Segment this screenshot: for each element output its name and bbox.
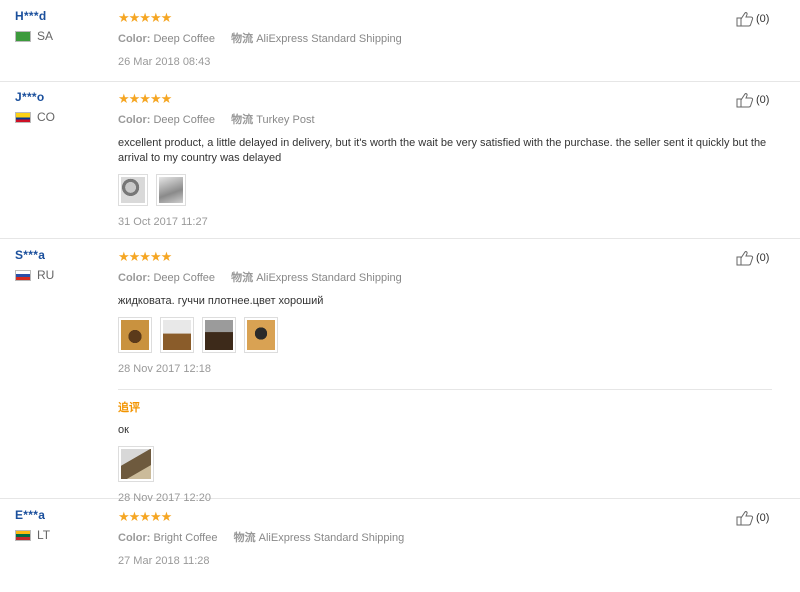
thumbs-up-icon	[736, 251, 754, 266]
thumbs-up-icon	[736, 93, 754, 108]
review-meta: Color: Deep Coffee 物流 Turkey Post	[118, 111, 778, 127]
review-comment: excellent product, a little delayed in d…	[118, 137, 767, 164]
reviewer-country: RU	[15, 268, 105, 282]
review-item: J***o CO ★★★★★ Color: Deep Coffee 物流 Tur…	[0, 81, 800, 239]
review-meta: Color: Deep Coffee 物流 AliExpress Standar…	[118, 269, 778, 285]
like-button[interactable]: (0)	[736, 11, 769, 27]
reviewer-name: E***a	[15, 508, 46, 522]
review-date: 27 Mar 2018 11:28	[118, 555, 210, 567]
reviewer-info: S***a RU	[15, 248, 105, 282]
review-photos	[118, 174, 778, 206]
color-value: Deep Coffee	[153, 33, 216, 45]
like-button[interactable]: (0)	[736, 510, 769, 526]
like-count: (0)	[756, 13, 770, 25]
review-date: 31 Oct 2017 11:27	[118, 216, 208, 228]
review-date: 26 Mar 2018 08:43	[118, 56, 211, 68]
reviewer-country: SA	[15, 29, 105, 43]
review-photo-thumbnail[interactable]	[118, 317, 152, 353]
flag-sa-icon	[15, 30, 31, 42]
reviewer-name: H***d	[15, 9, 47, 23]
logistics-label: 物流	[233, 532, 256, 544]
color-label: Color:	[118, 532, 151, 544]
reviewer-country: LT	[15, 528, 105, 542]
review-body: ★★★★★ Color: Bright Coffee 物流 AliExpress…	[118, 510, 778, 567]
country-code: RU	[37, 268, 55, 282]
review-photo-thumbnail[interactable]	[160, 317, 194, 353]
shipping-value: AliExpress Standard Shipping	[258, 532, 405, 544]
followup-comment: ок	[118, 424, 129, 436]
like-button[interactable]: (0)	[736, 250, 769, 266]
review-photo-thumbnail[interactable]	[118, 446, 154, 482]
color-value: Deep Coffee	[153, 272, 216, 284]
logistics-label: 物流	[231, 33, 254, 45]
review-body: ★★★★★ Color: Deep Coffee 物流 Turkey Post …	[118, 92, 778, 228]
shipping-value: AliExpress Standard Shipping	[256, 33, 402, 45]
thumbs-up-icon	[736, 12, 754, 27]
shipping-value: Turkey Post	[256, 114, 315, 126]
star-rating: ★★★★★	[118, 509, 172, 524]
reviewer-name: J***o	[15, 90, 45, 104]
star-rating: ★★★★★	[118, 91, 172, 106]
shipping-value: AliExpress Standard Shipping	[256, 272, 402, 284]
reviewer-country: CO	[15, 110, 105, 124]
review-photo-thumbnail[interactable]	[202, 317, 236, 353]
followup-title: 追评	[118, 402, 140, 414]
review-item: S***a RU ★★★★★ Color: Deep Coffee 物流 Ali…	[0, 239, 800, 504]
followup-review: 追评 ок 28 Nov 2017 12:20	[118, 389, 772, 504]
color-label: Color:	[118, 272, 151, 284]
review-comment: жидковата. гуччи плотнее.цвет хороший	[118, 295, 324, 307]
reviewer-info: E***a LT	[15, 508, 105, 542]
review-body: ★★★★★ Color: Deep Coffee 物流 AliExpress S…	[118, 250, 778, 504]
review-body: ★★★★★ Color: Deep Coffee 物流 AliExpress S…	[118, 11, 778, 68]
reviewer-info: J***o CO	[15, 90, 105, 124]
like-count: (0)	[756, 94, 770, 106]
flag-co-icon	[15, 111, 31, 123]
like-count: (0)	[756, 252, 770, 264]
followup-photos	[118, 446, 772, 482]
country-code: LT	[37, 528, 51, 542]
color-label: Color:	[118, 114, 151, 126]
like-count: (0)	[756, 512, 770, 524]
review-date: 28 Nov 2017 12:18	[118, 363, 211, 375]
color-value: Bright Coffee	[153, 532, 218, 544]
flag-lt-icon	[15, 529, 31, 541]
like-button[interactable]: (0)	[736, 92, 769, 108]
color-value: Deep Coffee	[153, 114, 216, 126]
reviewer-info: H***d SA	[15, 9, 105, 43]
logistics-label: 物流	[231, 114, 254, 126]
review-item: E***a LT ★★★★★ Color: Bright Coffee 物流 A…	[0, 499, 800, 592]
reviewer-name: S***a	[15, 248, 46, 262]
flag-ru-icon	[15, 269, 31, 281]
color-label: Color:	[118, 33, 151, 45]
star-rating: ★★★★★	[118, 249, 172, 264]
logistics-label: 物流	[231, 272, 254, 284]
review-photo-thumbnail[interactable]	[118, 174, 148, 206]
star-rating: ★★★★★	[118, 10, 172, 25]
country-code: SA	[37, 29, 54, 43]
thumbs-up-icon	[736, 511, 754, 526]
country-code: CO	[37, 110, 55, 124]
review-photos	[118, 317, 778, 353]
review-meta: Color: Deep Coffee 物流 AliExpress Standar…	[118, 30, 778, 46]
review-item: H***d SA ★★★★★ Color: Deep Coffee 物流 Ali…	[0, 0, 800, 82]
review-photo-thumbnail[interactable]	[156, 174, 186, 206]
review-meta: Color: Bright Coffee 物流 AliExpress Stand…	[118, 529, 778, 545]
review-photo-thumbnail[interactable]	[244, 317, 278, 353]
